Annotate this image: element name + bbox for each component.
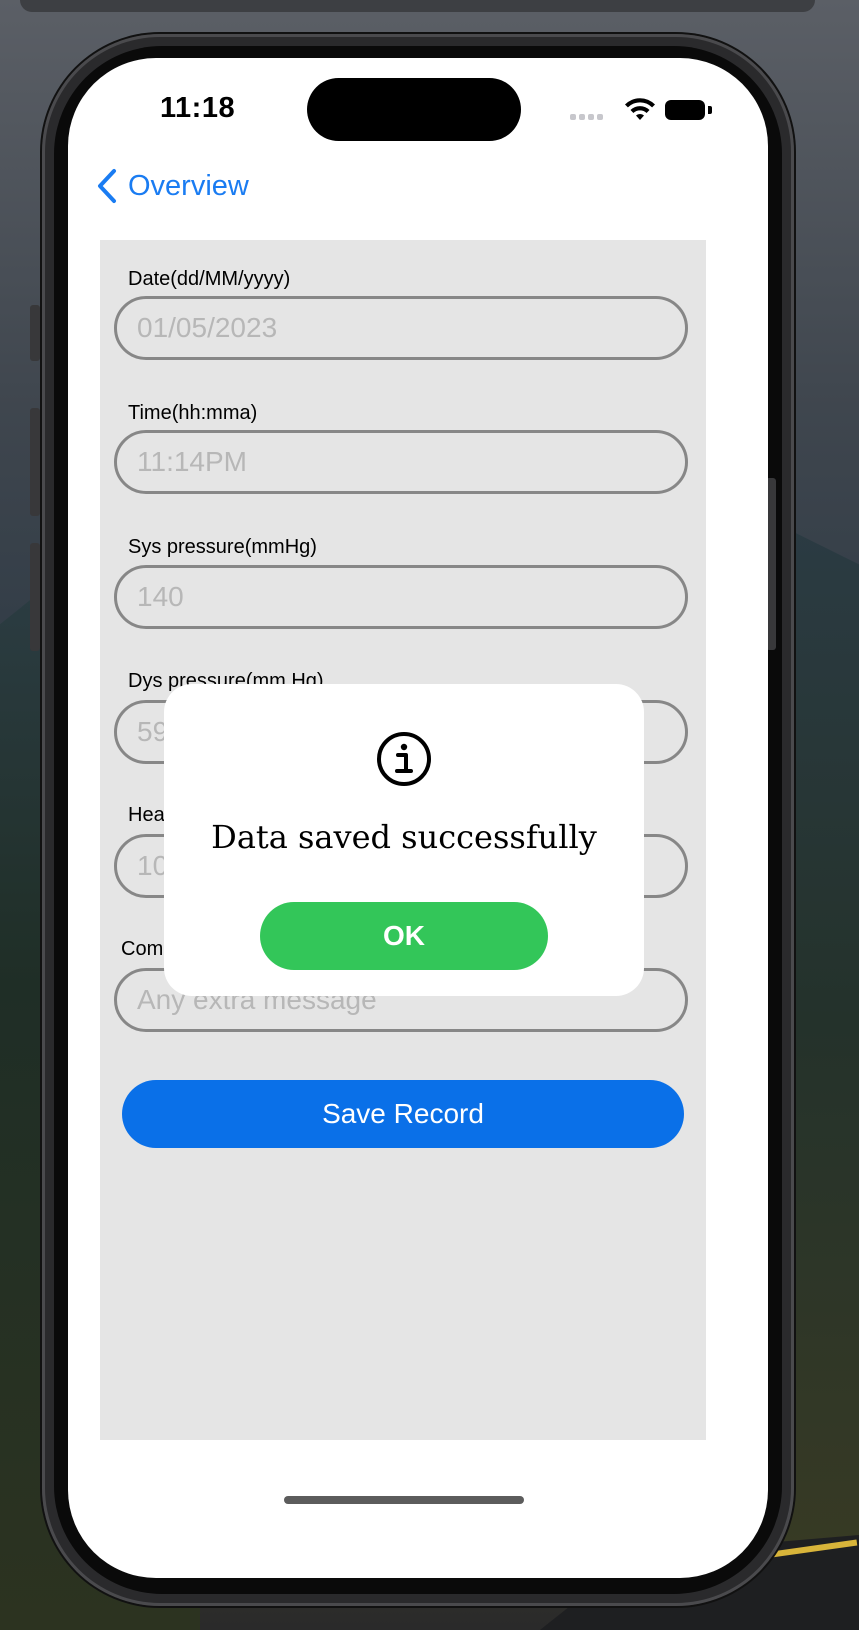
ok-button[interactable]: OK: [260, 902, 548, 970]
info-icon: [377, 732, 431, 786]
time-label: Time(hh:mma): [128, 402, 258, 424]
save-record-button[interactable]: Save Record: [122, 1080, 684, 1148]
comment-label: Com: [121, 938, 164, 960]
wifi-icon: [625, 98, 655, 120]
back-button[interactable]: Overview: [96, 166, 249, 206]
sys-pressure-label: Sys pressure(mmHg): [128, 536, 317, 558]
background-top-bar: [20, 0, 815, 12]
battery-icon: [665, 100, 705, 120]
back-label: Overview: [128, 169, 249, 202]
sys-pressure-field[interactable]: 140: [114, 565, 688, 629]
heart-rate-label: Hea: [128, 804, 165, 826]
date-field[interactable]: 01/05/2023: [114, 296, 688, 360]
time-field[interactable]: 11:14PM: [114, 430, 688, 494]
cellular-signal-icon: [570, 114, 606, 122]
volume-down-button: [30, 543, 40, 651]
volume-up-button: [30, 408, 40, 516]
app-screen: 11:18 Overview Date(dd/MM/yyyy) 01/05/20…: [68, 58, 768, 1578]
status-time: 11:18: [160, 92, 236, 124]
battery-tip: [708, 106, 712, 114]
mute-switch: [30, 305, 40, 361]
dynamic-island: [307, 78, 521, 141]
alert-message: Data saved successfully: [211, 818, 597, 856]
chevron-left-icon: [98, 169, 116, 203]
date-label: Date(dd/MM/yyyy): [128, 268, 291, 290]
alert-dialog: Data saved successfully OK: [164, 684, 644, 996]
home-indicator[interactable]: [284, 1496, 524, 1504]
